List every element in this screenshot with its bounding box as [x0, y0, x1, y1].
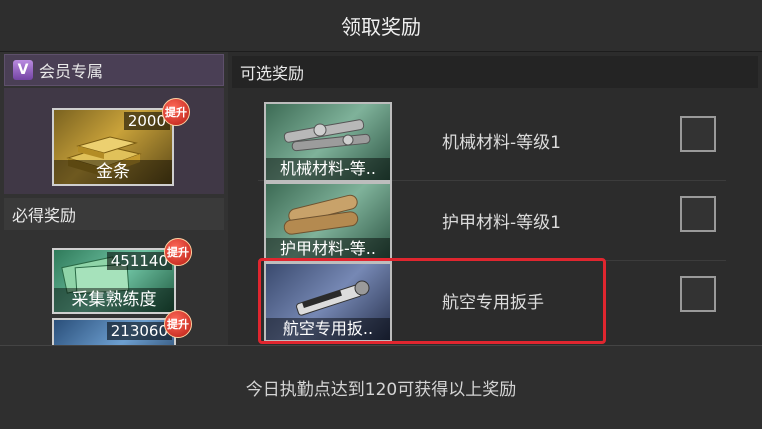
optional-section-header: 可选奖励 — [232, 56, 758, 88]
armor-material-thumb[interactable]: 护甲材料-等.. — [264, 182, 392, 262]
vip-section-header: V 会员专属 — [4, 54, 224, 86]
required-item[interactable]: 213060 — [52, 318, 176, 345]
footer-text: 今日执勤点达到120可获得以上奖励 — [245, 380, 517, 400]
page-title: 领取奖励 — [341, 15, 421, 39]
gold-bar-item[interactable]: 2000 金条 — [52, 108, 174, 186]
item-quantity: 213060 — [106, 322, 172, 340]
title-bar: 领取奖励 — [0, 0, 762, 52]
reward-checkbox[interactable] — [680, 276, 716, 312]
vip-section-title: 会员专属 — [39, 62, 104, 81]
reward-checkbox[interactable] — [680, 116, 716, 152]
item-name: 采集熟练度 — [54, 288, 174, 312]
vip-section-body: 2000 金条 提升 — [4, 88, 224, 194]
item-name: 护甲材料-等.. — [266, 238, 390, 260]
optional-reward-row[interactable]: 机械材料-等.. 机械材料-等级1 — [258, 100, 726, 182]
item-quantity: 451140 — [106, 252, 172, 270]
reward-label: 机械材料-等级1 — [442, 133, 561, 153]
reward-checkbox[interactable] — [680, 196, 716, 232]
item-name: 金条 — [54, 160, 172, 184]
required-section-header: 必得奖励 — [4, 198, 224, 230]
left-panel: V 会员专属 2000 金条 提升 必得奖励 451140 采集熟练度 提升 2… — [0, 52, 228, 345]
upgrade-badge: 提升 — [162, 98, 190, 126]
required-section-title: 必得奖励 — [12, 206, 77, 225]
mechanical-material-thumb[interactable]: 机械材料-等.. — [264, 102, 392, 182]
vip-icon: V — [13, 60, 33, 80]
reward-label: 护甲材料-等级1 — [442, 213, 561, 233]
footer: 今日执勤点达到120可获得以上奖励 — [0, 345, 762, 429]
upgrade-badge: 提升 — [164, 310, 192, 338]
gathering-proficiency-item[interactable]: 451140 采集熟练度 — [52, 248, 176, 314]
selection-highlight — [258, 258, 606, 344]
optional-section-title: 可选奖励 — [240, 64, 305, 83]
optional-reward-row[interactable]: 护甲材料-等.. 护甲材料-等级1 — [258, 180, 726, 262]
item-name: 机械材料-等.. — [266, 158, 390, 180]
upgrade-badge: 提升 — [164, 238, 192, 266]
